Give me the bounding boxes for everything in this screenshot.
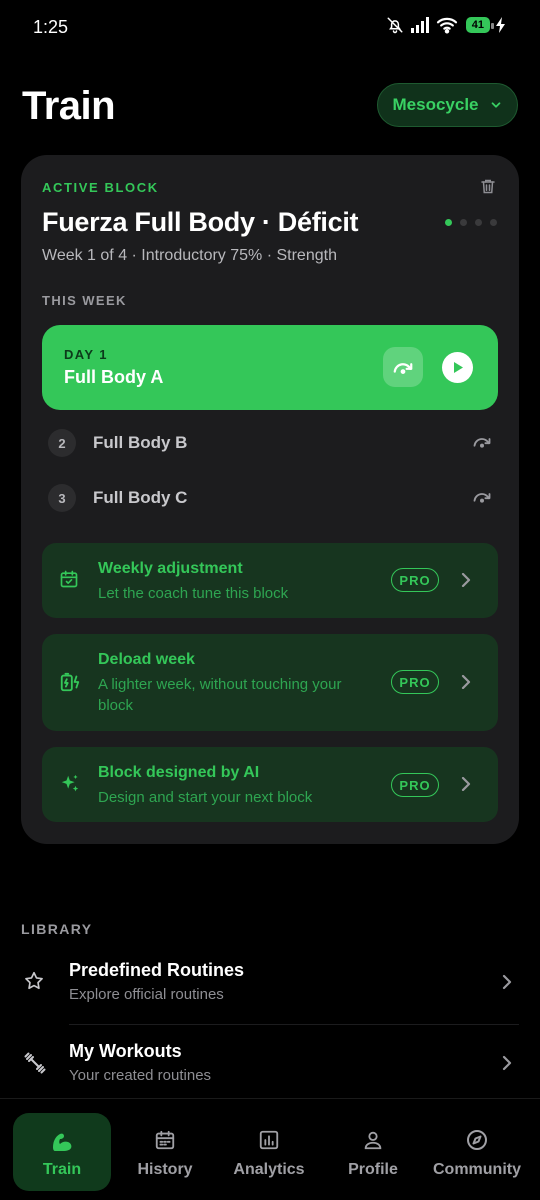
day-row-2[interactable]: 2 Full Body B xyxy=(42,423,498,463)
pro-badge: PRO xyxy=(391,670,439,694)
current-day-name: Full Body A xyxy=(64,367,164,387)
nav-label: Community xyxy=(433,1161,521,1178)
pro-badge: PRO xyxy=(391,773,439,797)
pro-badge: PRO xyxy=(391,568,439,592)
day-name: Full Body C xyxy=(93,488,188,507)
day-name: Full Body B xyxy=(93,433,188,452)
divider xyxy=(69,1024,519,1025)
bar-chart-icon xyxy=(258,1127,280,1153)
start-workout-button[interactable] xyxy=(442,352,473,383)
battery-charging-icon xyxy=(60,672,80,692)
pro-feature-description: A lighter week, without touching your bl… xyxy=(98,676,342,714)
nav-item-train[interactable]: Train xyxy=(13,1113,111,1191)
pager-dot[interactable] xyxy=(460,219,467,226)
mesocycle-label: Mesocycle xyxy=(392,95,479,114)
day-number-badge: 2 xyxy=(48,429,76,457)
active-block-card: ACTIVE BLOCK Fuerza Full Body · Déficit … xyxy=(21,155,519,844)
status-time: 1:25 xyxy=(33,17,69,37)
charging-icon xyxy=(496,17,505,33)
person-icon xyxy=(362,1127,384,1153)
trash-icon[interactable] xyxy=(479,177,497,196)
block-subtitle: Week 1 of 4 · Introductory 75% · Strengt… xyxy=(42,247,337,264)
block-pager-dots[interactable] xyxy=(445,219,497,226)
pro-feature-description: Design and start your next block xyxy=(98,789,313,806)
nav-item-community[interactable]: Community xyxy=(427,1113,527,1191)
my-workouts-item[interactable]: My Workouts Your created routines xyxy=(0,1029,540,1107)
nav-label: Profile xyxy=(348,1161,398,1178)
active-block-label: ACTIVE BLOCK xyxy=(42,180,159,195)
nav-item-history[interactable]: History xyxy=(115,1113,215,1191)
chevron-right-icon xyxy=(461,777,471,791)
battery-indicator: 41 xyxy=(465,17,495,33)
calendar-icon xyxy=(154,1127,176,1153)
day-row-3[interactable]: 3 Full Body C xyxy=(42,478,498,518)
play-icon xyxy=(453,362,463,373)
nav-item-analytics[interactable]: Analytics xyxy=(219,1113,319,1191)
current-day-label: DAY 1 xyxy=(64,347,108,362)
chevron-right-icon xyxy=(502,974,512,990)
block-title: Fuerza Full Body · Déficit xyxy=(42,207,359,237)
compass-icon xyxy=(465,1127,489,1153)
library-item-title: My Workouts xyxy=(69,1041,182,1061)
pro-feature-title: Weekly adjustment xyxy=(98,560,243,577)
weekly-adjustment-card[interactable]: Weekly adjustment Let the coach tune thi… xyxy=(42,543,498,618)
chevron-right-icon xyxy=(461,573,471,587)
skip-icon xyxy=(393,363,413,374)
pager-dot[interactable] xyxy=(490,219,497,226)
library-label: LIBRARY xyxy=(21,921,93,937)
bottom-nav: Train History Analytics Profile Communit… xyxy=(0,1098,540,1200)
nav-label: History xyxy=(137,1161,193,1178)
pager-dot[interactable] xyxy=(445,219,452,226)
mesocycle-button[interactable]: Mesocycle xyxy=(377,83,518,127)
nav-label: Train xyxy=(42,1161,82,1178)
chevron-right-icon xyxy=(461,675,471,689)
dumbbell-icon xyxy=(24,1052,46,1074)
library-item-subtitle: Explore official routines xyxy=(69,986,224,1003)
chevron-down-icon xyxy=(491,102,500,108)
skip-day-button[interactable] xyxy=(383,347,423,387)
calendar-check-icon xyxy=(60,570,78,588)
nav-item-profile[interactable]: Profile xyxy=(323,1113,423,1191)
pro-feature-description: Let the coach tune this block xyxy=(98,585,289,602)
page-title: Train xyxy=(22,84,116,128)
wifi-icon xyxy=(436,17,457,34)
pager-dot[interactable] xyxy=(475,219,482,226)
skip-icon[interactable] xyxy=(472,490,492,503)
skip-icon[interactable] xyxy=(472,435,492,448)
predefined-routines-item[interactable]: Predefined Routines Explore official rou… xyxy=(0,948,540,1026)
this-week-label: THIS WEEK xyxy=(42,293,127,308)
day-number-badge: 3 xyxy=(48,484,76,512)
muscle-icon xyxy=(50,1127,74,1153)
star-icon xyxy=(25,971,43,990)
current-day-card[interactable]: DAY 1 Full Body A xyxy=(42,325,498,410)
signal-icon xyxy=(410,17,429,33)
sparkles-icon xyxy=(61,774,79,792)
library-item-title: Predefined Routines xyxy=(69,960,245,980)
ai-block-card[interactable]: Block designed by AI Design and start yo… xyxy=(42,747,498,822)
deload-week-card[interactable]: Deload week A lighter week, without touc… xyxy=(42,634,498,731)
status-icons: 41 xyxy=(386,16,506,34)
library-item-subtitle: Your created routines xyxy=(69,1067,212,1084)
status-bar: 1:25 41 xyxy=(0,0,540,56)
chevron-right-icon xyxy=(502,1055,512,1071)
pro-feature-title: Block designed by AI xyxy=(98,764,260,781)
bell-off-icon xyxy=(387,17,403,34)
nav-label: Analytics xyxy=(233,1161,305,1178)
pro-feature-title: Deload week xyxy=(98,651,195,668)
